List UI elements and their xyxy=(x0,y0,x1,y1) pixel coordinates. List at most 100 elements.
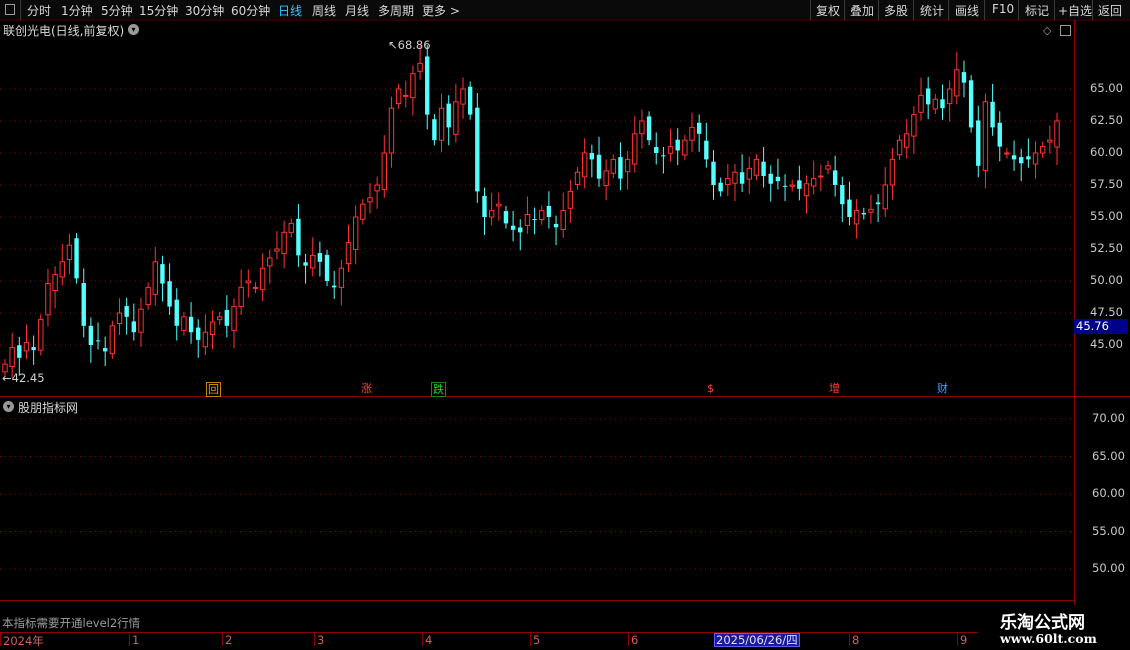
period-tab-more[interactable]: 更多 > xyxy=(422,2,460,19)
candlestick[interactable] xyxy=(66,233,73,275)
candlestick[interactable] xyxy=(374,176,380,209)
f10-button[interactable]: F10 xyxy=(984,0,1019,20)
draw-line-button[interactable]: 画线 xyxy=(948,0,985,20)
candlestick[interactable] xyxy=(360,199,366,225)
period-tab-daily[interactable]: 日线 xyxy=(278,2,302,19)
candlestick[interactable] xyxy=(553,215,559,246)
candlestick[interactable] xyxy=(654,132,659,165)
candlestick[interactable] xyxy=(704,122,709,168)
period-tab-60min[interactable]: 60分钟 xyxy=(231,2,270,19)
candlestick[interactable] xyxy=(968,75,974,133)
candlestick[interactable] xyxy=(875,194,881,223)
candlestick[interactable] xyxy=(138,297,144,347)
candlestick[interactable] xyxy=(696,114,702,152)
candlestick[interactable] xyxy=(152,247,158,306)
candlestick[interactable] xyxy=(982,93,989,189)
candlestick[interactable] xyxy=(102,336,108,367)
period-tab-30min[interactable]: 30分钟 xyxy=(185,2,224,19)
candlestick[interactable] xyxy=(23,324,30,360)
candlestick[interactable] xyxy=(116,298,123,336)
candlestick[interactable] xyxy=(160,255,165,302)
candlestick[interactable] xyxy=(95,322,101,350)
candlestick[interactable] xyxy=(88,317,94,363)
candlestick[interactable] xyxy=(732,163,738,202)
candlestick[interactable] xyxy=(925,76,931,120)
candlestick[interactable] xyxy=(338,259,345,306)
chevron-down-icon[interactable]: ▾ xyxy=(128,24,139,35)
candlestick[interactable] xyxy=(503,205,509,229)
candlestick[interactable] xyxy=(381,135,387,198)
candlestick[interactable] xyxy=(267,249,273,284)
candlestick[interactable] xyxy=(238,269,244,315)
candlestick[interactable] xyxy=(940,84,945,120)
candlestick[interactable] xyxy=(782,174,788,201)
candlestick[interactable] xyxy=(216,311,223,325)
candlestick[interactable] xyxy=(1032,141,1039,179)
overlay-button[interactable]: 叠加 xyxy=(844,0,879,20)
candlestick[interactable] xyxy=(639,109,645,149)
candlestick[interactable] xyxy=(847,181,852,226)
back-button[interactable]: 返回 xyxy=(1092,0,1130,20)
event-marker-die[interactable]: 跌 xyxy=(431,382,446,397)
candlestick[interactable] xyxy=(274,231,280,260)
candlestick[interactable] xyxy=(446,95,451,146)
period-tab-multi[interactable]: 多周期 xyxy=(378,2,414,19)
candlestick[interactable] xyxy=(718,177,723,197)
candlestick[interactable] xyxy=(918,77,924,121)
candlestick[interactable] xyxy=(789,179,795,192)
candlestick[interactable] xyxy=(946,80,953,122)
candlestick[interactable] xyxy=(518,219,523,251)
candlestick[interactable] xyxy=(145,282,151,310)
candlestick[interactable] xyxy=(832,155,838,197)
period-tab-weekly[interactable]: 周线 xyxy=(312,2,336,19)
candlestick[interactable] xyxy=(303,253,308,284)
candlestick[interactable] xyxy=(131,303,137,341)
candlestick[interactable] xyxy=(345,224,352,272)
candlestick[interactable] xyxy=(1026,138,1031,168)
candlestick[interactable] xyxy=(488,192,495,226)
candlestick[interactable] xyxy=(868,194,874,224)
candlestick[interactable] xyxy=(932,94,939,115)
panel-toggle-icon[interactable] xyxy=(1060,25,1071,36)
candlestick[interactable] xyxy=(331,270,337,299)
candlestick[interactable] xyxy=(746,156,752,194)
candlestick[interactable] xyxy=(661,146,666,174)
candlestick[interactable] xyxy=(252,282,259,294)
candlestick[interactable] xyxy=(539,205,545,225)
candlestick[interactable] xyxy=(196,319,201,358)
candlestick[interactable] xyxy=(174,288,179,341)
period-tab-fenshi[interactable]: 分时 xyxy=(27,2,51,19)
candlestick[interactable] xyxy=(231,298,237,349)
candlestick[interactable] xyxy=(646,111,652,146)
candlestick[interactable] xyxy=(425,44,430,130)
candlestick[interactable] xyxy=(59,243,65,286)
add-watchlist-button[interactable]: +自选 xyxy=(1054,0,1093,20)
candlestick[interactable] xyxy=(124,297,129,335)
candlestick[interactable] xyxy=(961,60,967,98)
period-tab-monthly[interactable]: 月线 xyxy=(345,2,369,19)
candlestick[interactable] xyxy=(818,164,824,192)
candlestick[interactable] xyxy=(882,167,888,218)
candlestick[interactable] xyxy=(317,241,323,277)
candlestick[interactable] xyxy=(532,207,537,235)
candlestick[interactable] xyxy=(853,199,860,239)
candlestick[interactable] xyxy=(167,263,172,315)
candlestick[interactable] xyxy=(632,115,638,173)
candlestick[interactable] xyxy=(395,83,402,109)
candlestick[interactable] xyxy=(74,233,79,284)
candlestick[interactable] xyxy=(675,128,680,166)
candlestick[interactable] xyxy=(775,158,781,190)
period-tab-15min[interactable]: 15分钟 xyxy=(139,2,178,19)
candlestick[interactable] xyxy=(510,210,516,242)
candlestick[interactable] xyxy=(725,163,731,197)
candlestick[interactable] xyxy=(1011,140,1017,171)
candlestick[interactable] xyxy=(768,165,773,202)
candlestick[interactable] xyxy=(560,192,566,238)
candlestick[interactable] xyxy=(976,105,981,178)
candlestick[interactable] xyxy=(38,314,44,356)
statistics-button[interactable]: 统计 xyxy=(913,0,949,20)
candlestick[interactable] xyxy=(324,249,330,287)
candlestick[interactable] xyxy=(475,92,480,203)
candlestick[interactable] xyxy=(840,176,845,223)
candlestick[interactable] xyxy=(410,65,416,116)
